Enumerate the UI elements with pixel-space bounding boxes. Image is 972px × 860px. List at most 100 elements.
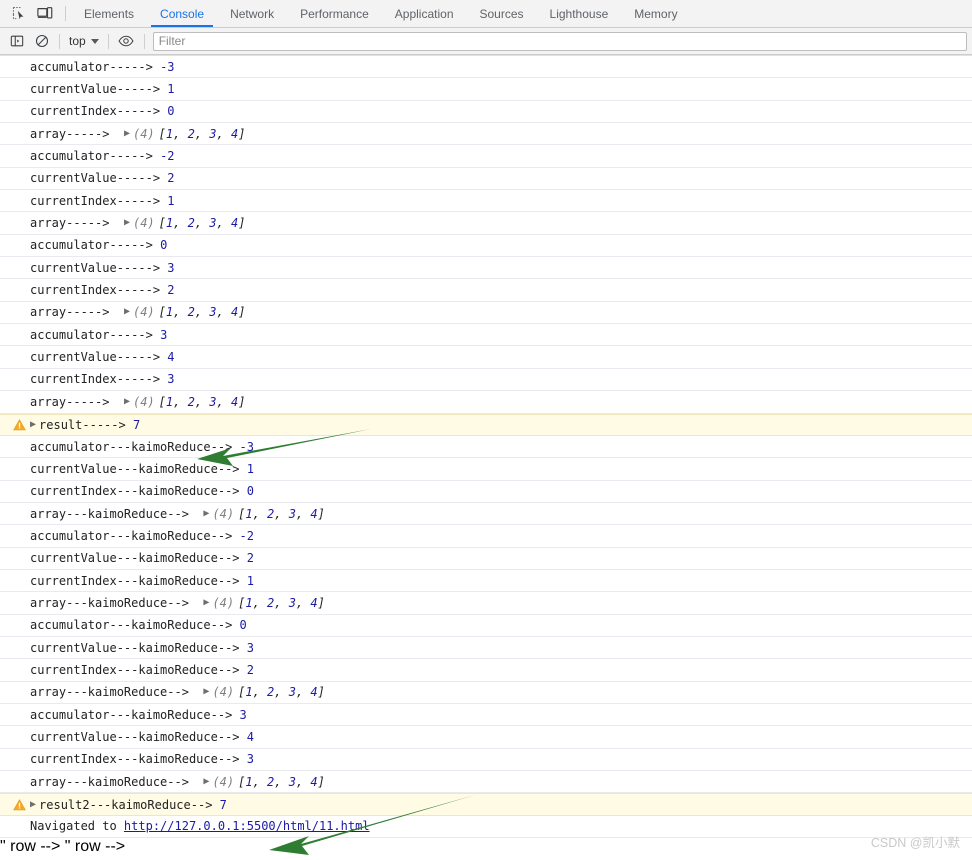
console-log-row[interactable]: currentIndex---kaimoReduce--> 0 — [0, 481, 972, 503]
tab-network[interactable]: Network — [217, 0, 287, 27]
tab-elements[interactable]: Elements — [71, 0, 147, 27]
console-log-row[interactable]: accumulator---kaimoReduce--> -2 — [0, 525, 972, 548]
inspect-element-icon[interactable] — [6, 0, 32, 27]
console-array-row[interactable]: array---kaimoReduce--> ▶ (4) [1, 2, 3, 4] — [0, 682, 972, 704]
console-array-row[interactable]: array---kaimoReduce--> ▶ (4) [1, 2, 3, 4] — [0, 771, 972, 794]
console-log-row[interactable]: currentIndex---kaimoReduce--> 2 — [0, 659, 972, 682]
console-sidebar-icon[interactable] — [4, 30, 29, 52]
console-message-label: currentIndex---kaimoReduce--> — [30, 573, 240, 588]
console-log-row[interactable]: currentValue-----> 2 — [0, 168, 972, 191]
console-message-label: accumulator-----> — [30, 59, 153, 74]
bracket-close: ] — [317, 685, 325, 700]
console-message-label: currentValue---kaimoReduce--> — [30, 640, 240, 655]
tab-label: Application — [394, 6, 454, 21]
array-item: 1 — [245, 595, 253, 610]
expand-arrow-icon[interactable]: ▶ — [124, 301, 130, 323]
toolbar-divider-2 — [107, 33, 109, 49]
console-messages: accumulator-----> -3 currentValue-----> 1… — [0, 56, 972, 839]
expand-arrow-icon[interactable]: ▶ — [124, 391, 130, 413]
console-array-row[interactable]: array---kaimoReduce--> ▶ (4) [1, 2, 3, 4] — [0, 592, 972, 615]
tab-label: Network — [230, 6, 275, 21]
console-message-value: 1 — [246, 573, 254, 588]
console-message-value: 7 — [219, 797, 227, 812]
console-log-row[interactable]: accumulator---kaimoReduce--> 3 — [0, 704, 972, 727]
eye-icon[interactable] — [114, 30, 139, 52]
bracket-open: [ — [158, 394, 166, 409]
console-log-row[interactable]: accumulator---kaimoReduce--> 0 — [0, 615, 972, 637]
console-message-label: currentValue---kaimoReduce--> — [30, 461, 240, 476]
console-log-row[interactable]: currentValue---kaimoReduce--> 3 — [0, 637, 972, 660]
console-log-row[interactable]: currentValue---kaimoReduce--> 2 — [0, 548, 972, 570]
console-array-row[interactable]: array-----> ▶ (4) [1, 2, 3, 4] — [0, 123, 972, 146]
console-log-row[interactable]: currentValue---kaimoReduce--> 1 — [0, 458, 972, 481]
array-literal: [1, 2, 3, 4] — [238, 774, 325, 789]
console-message-value: 1 — [246, 461, 254, 476]
warning-triangle-icon — [8, 798, 30, 811]
clear-console-icon[interactable] — [29, 30, 54, 52]
console-log-row[interactable]: currentIndex-----> 0 — [0, 101, 972, 124]
tab-performance[interactable]: Performance — [287, 0, 382, 27]
console-log-row[interactable]: accumulator---kaimoReduce--> -3 — [0, 436, 972, 459]
console-array-row[interactable]: array---kaimoReduce--> ▶ (4) [1, 2, 3, 4] — [0, 503, 972, 526]
console-message-list[interactable]: accumulator-----> -3 currentValue-----> 1… — [0, 55, 972, 860]
console-log-row[interactable]: currentValue---kaimoReduce--> 4 — [0, 726, 972, 749]
array-literal: [1, 2, 3, 4] — [158, 216, 246, 231]
console-log-row[interactable]: accumulator-----> -3 — [0, 56, 972, 79]
console-log-row[interactable]: currentIndex---kaimoReduce--> 3 — [0, 749, 972, 771]
array-item: 2 — [187, 126, 195, 141]
console-array-row[interactable]: array-----> ▶ (4) [1, 2, 3, 4] — [0, 391, 972, 414]
console-message-value: 0 — [167, 104, 175, 119]
toolbar-divider-3 — [143, 33, 145, 49]
tab-lighthouse[interactable]: Lighthouse — [537, 0, 622, 27]
expand-arrow-icon[interactable]: ▶ — [203, 503, 209, 525]
console-message-label: currentIndex-----> — [30, 372, 161, 387]
expand-arrow-icon[interactable]: ▶ — [203, 771, 209, 793]
expand-arrow-icon[interactable]: ▶ — [30, 794, 36, 816]
console-log-row[interactable]: currentValue-----> 3 — [0, 257, 972, 280]
expand-arrow-icon[interactable]: ▶ — [203, 681, 209, 703]
array-length-badge: (4) — [212, 595, 235, 610]
expand-arrow-icon[interactable]: ▶ — [124, 212, 130, 234]
console-log-row[interactable]: currentIndex-----> 1 — [0, 190, 972, 213]
console-message-label: array-----> — [30, 126, 110, 141]
array-length-badge: (4) — [132, 394, 155, 409]
console-warning-row[interactable]: ▶ result2---kaimoReduce--> 7 — [0, 793, 972, 816]
tab-sources[interactable]: Sources — [467, 0, 537, 27]
warning-triangle-glyph — [12, 798, 26, 810]
navigation-url-link[interactable]: http://127.0.0.1:5500/html/11.html — [124, 815, 370, 837]
console-message-value: 2 — [167, 283, 175, 298]
execution-context-select[interactable]: top — [65, 31, 103, 51]
console-navigation-row[interactable]: Navigated to http://127.0.0.1:5500/html/… — [0, 815, 972, 839]
filter-input[interactable] — [152, 31, 967, 51]
console-array-row[interactable]: array-----> ▶ (4) [1, 2, 3, 4] — [0, 212, 972, 235]
console-warning-row[interactable]: ▶ result-----> 7 — [0, 413, 972, 436]
console-message-label: array---kaimoReduce--> — [30, 685, 189, 700]
console-log-row[interactable]: currentValue-----> 4 — [0, 346, 972, 369]
device-toolbar-icon[interactable] — [32, 0, 58, 27]
console-message-label: currentIndex---kaimoReduce--> — [30, 662, 240, 677]
console-log-row[interactable]: currentValue-----> 1 — [0, 78, 972, 101]
tab-console[interactable]: Console — [147, 0, 217, 27]
tab-application[interactable]: Application — [382, 0, 467, 27]
console-log-row[interactable]: currentIndex---kaimoReduce--> 1 — [0, 570, 972, 593]
expand-arrow-icon[interactable]: ▶ — [203, 592, 209, 614]
console-message-value: -3 — [160, 59, 175, 74]
console-message-value: 1 — [167, 82, 175, 97]
bracket-close: ] — [238, 394, 246, 409]
console-message-value: 3 — [160, 327, 168, 342]
expand-arrow-icon[interactable]: ▶ — [30, 414, 36, 436]
bracket-close: ] — [238, 216, 246, 231]
console-log-row[interactable]: accumulator-----> -2 — [0, 145, 972, 168]
console-array-row[interactable]: array-----> ▶ (4) [1, 2, 3, 4] — [0, 301, 972, 325]
console-log-row[interactable]: currentIndex-----> 2 — [0, 279, 972, 302]
console-log-row[interactable]: accumulator-----> 3 — [0, 324, 972, 347]
expand-arrow-icon[interactable]: ▶ — [124, 123, 130, 145]
console-log-row[interactable]: currentIndex-----> 3 — [0, 369, 972, 392]
console-message-label: accumulator---kaimoReduce--> — [30, 528, 233, 543]
console-log-row[interactable]: accumulator-----> 0 — [0, 235, 972, 258]
console-message-value: 7 — [132, 417, 141, 432]
tab-label: Memory — [634, 6, 678, 21]
tab-memory[interactable]: Memory — [621, 0, 690, 27]
console-message-label: array-----> — [30, 216, 110, 231]
array-length-badge: (4) — [212, 506, 235, 521]
